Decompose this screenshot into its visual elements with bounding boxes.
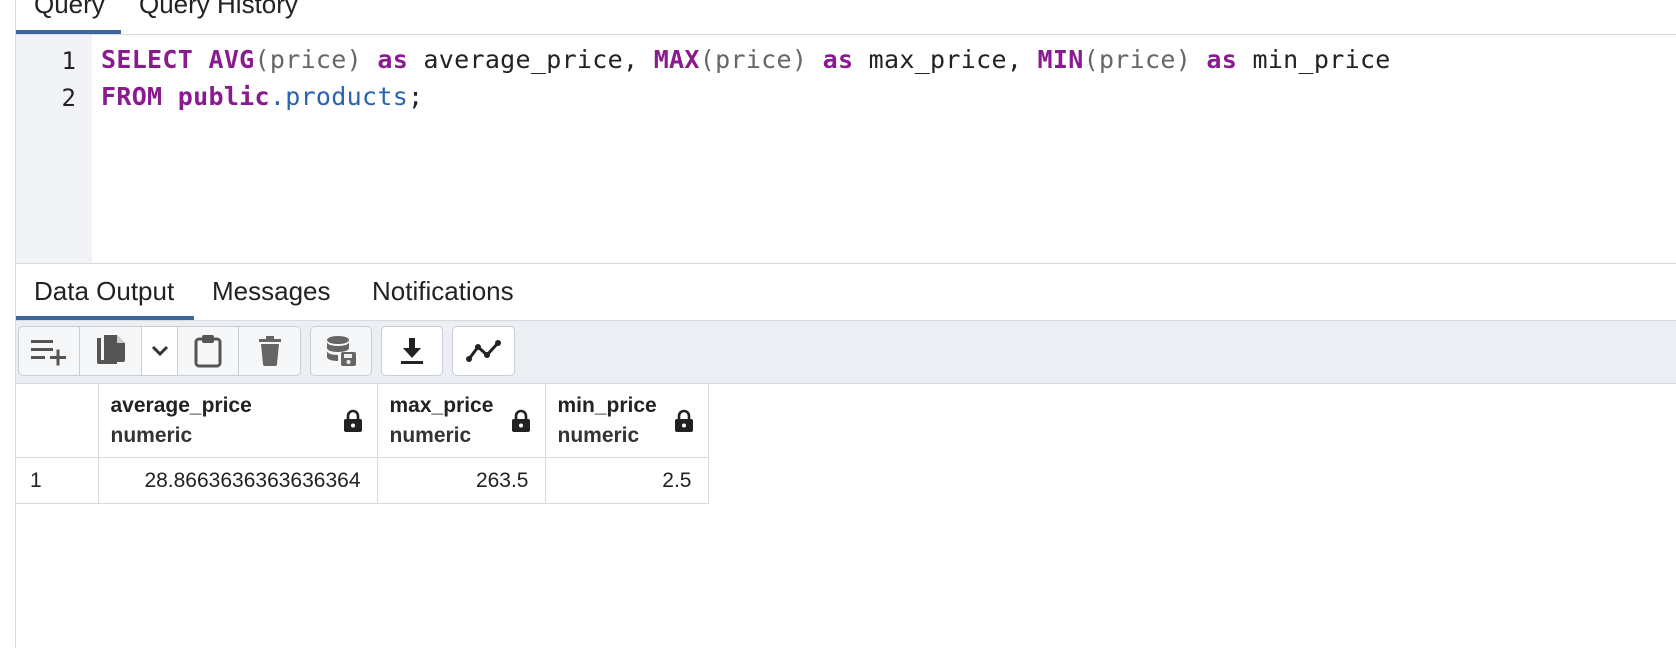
tab-notifications[interactable]: Notifications [354, 264, 544, 320]
alias: max_price, [868, 45, 1023, 74]
tab-query-label: Query [34, 0, 105, 19]
query-tabs: Query Query History [16, 0, 1676, 35]
tab-messages[interactable]: Messages [194, 264, 354, 320]
paste-button[interactable] [177, 326, 239, 376]
delete-button[interactable] [238, 326, 301, 376]
column-type: numeric [557, 424, 640, 447]
copy-button[interactable] [79, 326, 142, 376]
semicolon: ; [408, 82, 424, 111]
schema-name: public [177, 82, 270, 111]
sql-editor[interactable]: 1 2 SELECT AVG(price) as average_price, … [16, 35, 1676, 264]
tab-query-history-label: Query History [139, 0, 298, 19]
function-avg: AVG [208, 45, 255, 74]
add-row-button[interactable] [18, 326, 80, 376]
args: (price) [699, 45, 808, 74]
column-name: min_price [557, 394, 657, 417]
line-number-gutter: 1 2 [16, 35, 92, 263]
cell-average-price[interactable]: 28.8663636363636364 [97, 457, 378, 504]
download-icon [401, 338, 423, 364]
keyword-from: FROM [101, 82, 163, 111]
query-tool-panel: Query Query History 1 2 SELECT AVG(price… [15, 0, 1676, 648]
lock-icon [674, 409, 693, 432]
line-number: 1 [61, 47, 76, 75]
save-data-icon [327, 336, 356, 366]
keyword-as: as [822, 45, 854, 74]
data-output-toolbar [16, 320, 1676, 384]
chevron-down-icon [151, 345, 168, 357]
column-header-min-price[interactable]: min_price numeric [544, 383, 709, 458]
save-data-button[interactable] [310, 326, 372, 376]
column-header-average-price[interactable]: average_price numeric [97, 383, 378, 458]
copy-icon [96, 335, 125, 364]
line-number: 2 [61, 84, 76, 112]
cell-min-price[interactable]: 2.5 [544, 457, 709, 504]
keyword-as: as [1206, 45, 1238, 74]
dot: . [269, 82, 286, 111]
add-row-icon [31, 340, 66, 366]
output-tabs: Data Output Messages Notifications [16, 264, 1676, 320]
delete-icon [258, 336, 281, 366]
column-type: numeric [110, 424, 193, 447]
download-button[interactable] [381, 326, 443, 376]
cell-max-price[interactable]: 263.5 [376, 457, 546, 504]
tab-data-output[interactable]: Data Output [16, 264, 194, 320]
tab-data-output-label: Data Output [34, 276, 175, 306]
tab-query-history[interactable]: Query History [121, 0, 321, 34]
graph-visualiser-button[interactable] [452, 326, 515, 376]
alias: min_price [1252, 45, 1391, 74]
header-row: average_price numeric max_price numeric [16, 383, 709, 458]
column-name: max_price [389, 394, 494, 417]
paste-icon [194, 335, 222, 368]
function-max: MAX [653, 45, 700, 74]
lock-icon [343, 409, 362, 432]
args: (price) [1083, 45, 1192, 74]
tab-notifications-label: Notifications [372, 276, 514, 306]
keyword-select: SELECT [101, 45, 194, 74]
select-all-corner[interactable] [16, 383, 99, 458]
results-grid: average_price numeric max_price numeric [16, 383, 709, 504]
code-line-1[interactable]: SELECT AVG(price) as average_price, MAX(… [101, 45, 1391, 74]
keyword-as: as [377, 45, 409, 74]
args: (price) [254, 45, 362, 74]
code-line-2[interactable]: FROM public.products; [101, 82, 423, 111]
tab-messages-label: Messages [212, 276, 331, 306]
column-type: numeric [389, 424, 472, 447]
row-number[interactable]: 1 [16, 457, 99, 504]
table-name: products [285, 82, 409, 111]
column-header-max-price[interactable]: max_price numeric [376, 383, 546, 458]
tab-query[interactable]: Query [16, 0, 121, 34]
lock-icon [511, 409, 530, 432]
alias: average_price, [423, 45, 639, 74]
graph-visualiser-icon [465, 340, 501, 362]
copy-options-dropdown[interactable] [141, 326, 178, 376]
column-name: average_price [110, 394, 252, 417]
table-row: 1 28.8663636363636364 263.5 2.5 [16, 457, 709, 504]
function-min: MIN [1037, 45, 1084, 74]
